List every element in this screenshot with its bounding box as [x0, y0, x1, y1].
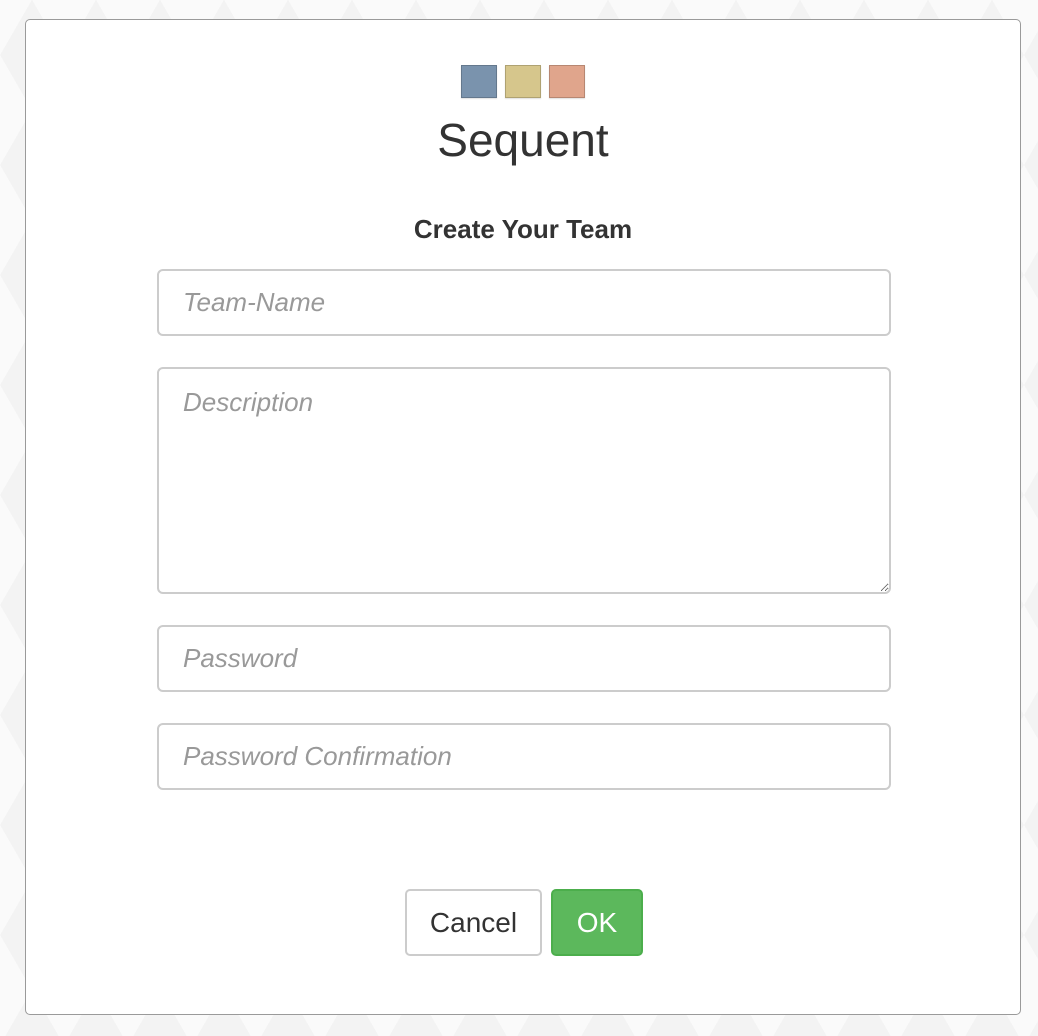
- form-heading: Create Your Team: [413, 214, 633, 244]
- description-textarea[interactable]: [157, 367, 891, 594]
- create-team-dialog: Sequent Create Your Team Cancel OK: [25, 19, 1021, 1015]
- logo-square-blue: [461, 65, 497, 98]
- team-name-input[interactable]: [157, 269, 891, 336]
- cancel-button[interactable]: Cancel: [405, 889, 542, 956]
- password-confirmation-input[interactable]: [157, 723, 891, 790]
- app-title: Sequent: [437, 114, 609, 166]
- ok-button[interactable]: OK: [551, 889, 643, 956]
- logo-square-yellow: [505, 65, 541, 98]
- password-input[interactable]: [157, 625, 891, 692]
- app-logo: [461, 65, 585, 98]
- logo-square-salmon: [549, 65, 585, 98]
